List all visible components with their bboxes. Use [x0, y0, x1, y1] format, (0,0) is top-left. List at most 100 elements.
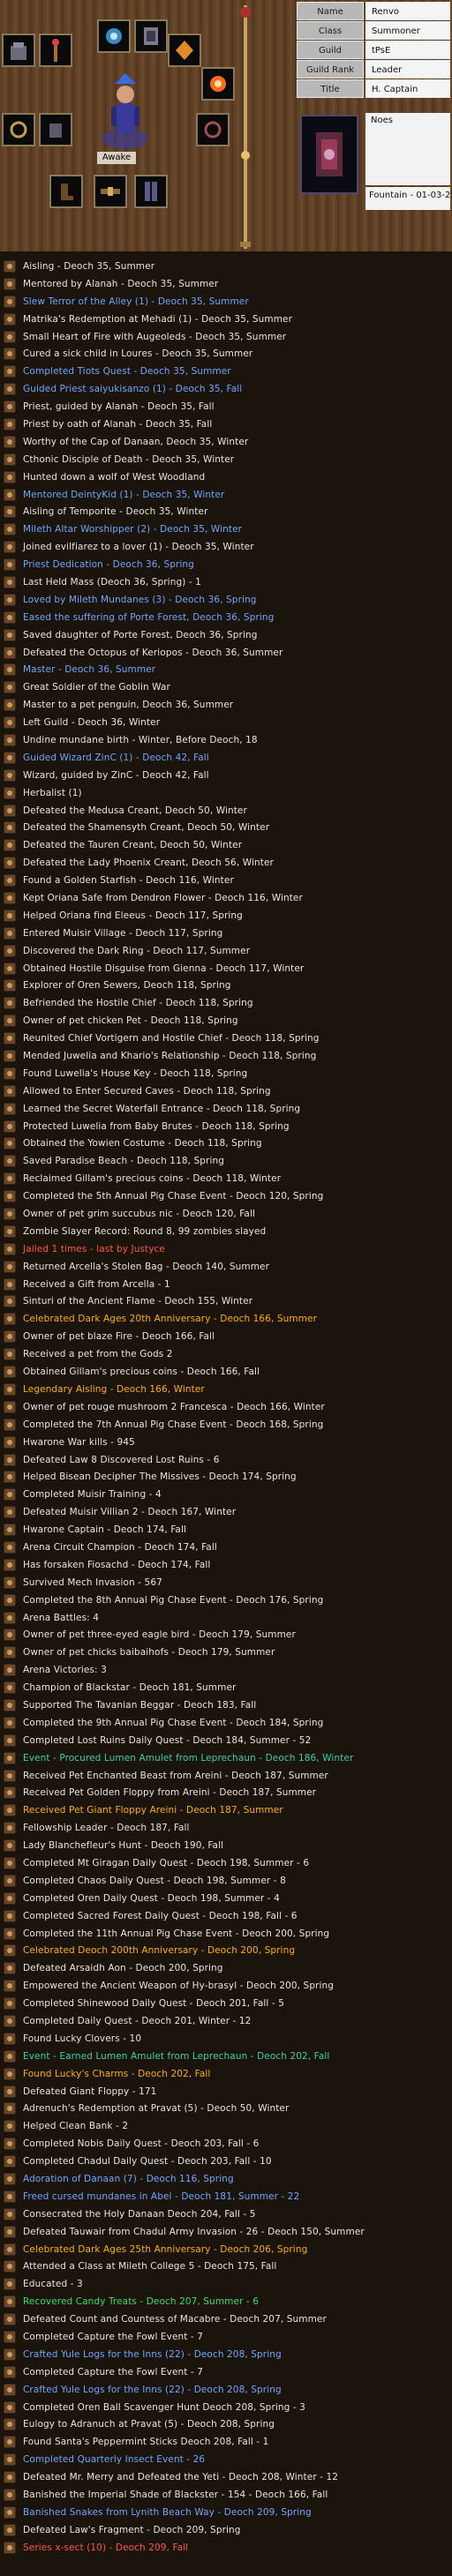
legend-mark-row: Saved Paradise Beach - Deoch 118, Spring	[0, 1152, 452, 1170]
legend-mark-row: Priest by oath of Alanah - Deoch 35, Fal…	[0, 416, 452, 433]
legend-mark-row: Obtained the Yowien Costume - Deoch 118,…	[0, 1135, 452, 1153]
legend-mark-row: Reclaimed Gillam's precious coins - Deoc…	[0, 1170, 452, 1187]
legend-mark-row: Mentored DeintyKid (1) - Deoch 35, Winte…	[0, 486, 452, 504]
nomes-label: Noes	[371, 116, 393, 125]
equip-slot-belt[interactable]	[94, 175, 127, 208]
legend-mark-icon	[4, 2453, 16, 2467]
legend-mark-row: Undine mundane birth - Winter, Before De…	[0, 731, 452, 749]
legend-mark-row: Completed Tiots Quest - Deoch 35, Summer	[0, 363, 452, 380]
awake-label: Awake	[97, 152, 136, 164]
legend-mark-icon	[4, 1629, 16, 1642]
gem-icon	[176, 41, 193, 60]
legend-mark-row: Found a Golden Starfish - Deoch 116, Win…	[0, 872, 452, 889]
legend-mark-icon	[4, 1769, 16, 1782]
staff-icon	[52, 39, 59, 62]
legend-mark-text: Wizard, guided by ZinC - Deoch 42, Fall	[23, 769, 209, 781]
legend-mark-text: Completed Tiots Quest - Deoch 35, Summer	[23, 366, 231, 378]
legend-mark-row: Loved by Mileth Mundanes (3) - Deoch 36,…	[0, 591, 452, 609]
legend-mark-icon	[4, 2155, 16, 2168]
info-label: Name	[297, 2, 364, 20]
legend-mark-icon	[4, 277, 16, 290]
legend-mark-text: Helped Oriana find Eleeus - Deoch 117, S…	[23, 910, 243, 921]
legend-mark-text: Arena Circuit Champion - Deoch 174, Fall	[23, 1541, 217, 1553]
legend-mark-icon	[4, 2331, 16, 2344]
legend-mark-row: Consecrated the Holy Danaan Deoch 204, F…	[0, 2205, 452, 2223]
legend-mark-row: Aisling of Temporite - Deoch 35, Winter	[0, 503, 452, 520]
equip-slot-boots[interactable]	[49, 175, 83, 208]
legend-mark-icon	[4, 330, 16, 343]
legend-mark-row: Event - Procured Lumen Amulet from Lepre…	[0, 1749, 452, 1767]
legend-mark-row: Eulogy to Adranuch at Pravat (5) - Deoch…	[0, 2416, 452, 2434]
equip-slot-ring-left[interactable]	[2, 113, 35, 146]
legend-mark-icon	[4, 1032, 16, 1045]
legend-mark-row: Cthonic Disciple of Death - Deoch 35, Wi…	[0, 451, 452, 468]
legend-mark-row: Received a pet from the Gods 2	[0, 1345, 452, 1363]
legend-mark-row: Defeated Giant Floppy - 171	[0, 2083, 452, 2100]
legend-mark-icon	[4, 2313, 16, 2326]
legend-mark-text: Defeated the Lady Phoenix Creant, Deoch …	[23, 857, 274, 869]
legend-mark-icon	[4, 1506, 16, 1519]
legend-emblem	[300, 115, 358, 194]
legend-mark-icon	[4, 2067, 16, 2080]
legend-mark-icon	[4, 1664, 16, 1677]
legend-mark-text: Jailed 1 times - last by Justyce	[23, 1243, 165, 1254]
legend-mark-row: Arena Battles: 4	[0, 1609, 452, 1627]
equip-slot-weapon[interactable]	[39, 34, 72, 67]
legend-mark-text: Event - Procured Lumen Amulet from Lepre…	[23, 1752, 354, 1764]
legend-mark-row: Mileth Altar Worshipper (2) - Deoch 35, …	[0, 520, 452, 538]
legend-mark-icon	[4, 1277, 16, 1291]
legend-mark-text: Owner of pet blaze Fire - Deoch 166, Fal…	[23, 1331, 215, 1343]
legend-mark-row: Defeated the Shamensyth Creant, Deoch 50…	[0, 820, 452, 837]
equip-slot-greaves[interactable]	[134, 175, 168, 208]
legend-mark-row: Received a Gift from Arcella - 1	[0, 1276, 452, 1293]
legend-mark-row: Completed Capture the Fowl Event - 7	[0, 2328, 452, 2346]
legend-mark-text: Reclaimed Gillam's precious coins - Deoc…	[23, 1173, 282, 1185]
legend-mark-text: Completed the 9th Annual Pig Chase Event…	[23, 1717, 324, 1728]
boots-icon	[61, 183, 73, 200]
fountain-text: Fountain - 01-03-25	[365, 187, 452, 210]
legend-mark-icon	[4, 2489, 16, 2502]
equip-slot-armor[interactable]	[134, 19, 168, 53]
legend-mark-icon	[4, 2348, 16, 2361]
fire-orb-icon	[210, 76, 226, 92]
equip-slot-helmet[interactable]	[2, 34, 35, 67]
legend-mark-text: Kept Oriana Safe from Dendron Flower - D…	[23, 893, 303, 903]
legend-mark-row: Master to a pet penguin, Deoch 36, Summe…	[0, 696, 452, 714]
legend-mark-icon	[4, 1050, 16, 1063]
legend-mark-icon	[4, 1822, 16, 1835]
legend-mark-text: Mentored DeintyKid (1) - Deoch 35, Winte…	[23, 489, 225, 500]
legend-mark-row: Completed the 8th Annual Pig Chase Event…	[0, 1591, 452, 1609]
legend-mark-icon	[4, 1190, 16, 1203]
belt-icon	[101, 187, 120, 196]
equip-slot-accessory[interactable]	[168, 34, 201, 67]
legend-mark-icon	[4, 1540, 16, 1554]
legend-mark-text: Zombie Slayer Record: Round 8, 99 zombie…	[23, 1225, 267, 1237]
equip-slot-amulet[interactable]	[97, 19, 131, 53]
character-avatar	[90, 68, 161, 165]
legend-mark-icon	[4, 1155, 16, 1168]
legend-mark-text: Completed Oren Ball Scavenger Hunt Deoch…	[23, 2401, 305, 2413]
legend-mark-row: Slew Terror of the Alley (1) - Deoch 35,…	[0, 293, 452, 311]
legend-mark-text: Defeated Mr. Merry and Defeated the Yeti…	[23, 2472, 339, 2483]
legend-mark-text: Recovered Candy Treats - Deoch 207, Summ…	[23, 2296, 259, 2308]
legend-mark-text: Educated - 3	[23, 2279, 83, 2290]
legend-mark-icon	[4, 1839, 16, 1853]
legend-mark-icon	[4, 1295, 16, 1308]
legend-mark-text: Completed Mt Giragan Daily Quest - Deoch…	[23, 1857, 310, 1868]
legend-mark-row: Received Pet Golden Floppy from Areini -…	[0, 1784, 452, 1801]
legend-mark-text: Survived Mech Invasion - 567	[23, 1576, 162, 1588]
legend-mark-icon	[4, 348, 16, 361]
equip-slot-ring-right[interactable]	[196, 113, 230, 146]
legend-mark-text: Small Heart of Fire with Augeoleds - Deo…	[23, 331, 287, 342]
equip-slot-gauntlet[interactable]	[39, 113, 72, 146]
equip-slot-shield[interactable]	[201, 67, 235, 101]
legend-mark-row: Joined evilfiarez to a lover (1) - Deoch…	[0, 538, 452, 556]
legend-mark-text: Saved Paradise Beach - Deoch 118, Spring	[23, 1156, 224, 1167]
legend-mark-text: Attended a Class at Mileth College 5 - D…	[23, 2261, 277, 2273]
legend-mark-row: Crafted Yule Logs for the Inns (22) - De…	[0, 2346, 452, 2363]
legend-mark-text: Completed Capture the Fowl Event - 7	[23, 2366, 204, 2378]
legend-mark-row: Defeated Count and Countess of Macabre -…	[0, 2310, 452, 2328]
legend-mark-row: Adrenuch's Redemption at Pravat (5) - De…	[0, 2100, 452, 2118]
amulet-icon	[106, 28, 122, 44]
legend-mark-row: Reunited Chief Vortigern and Hostile Chi…	[0, 1030, 452, 1047]
